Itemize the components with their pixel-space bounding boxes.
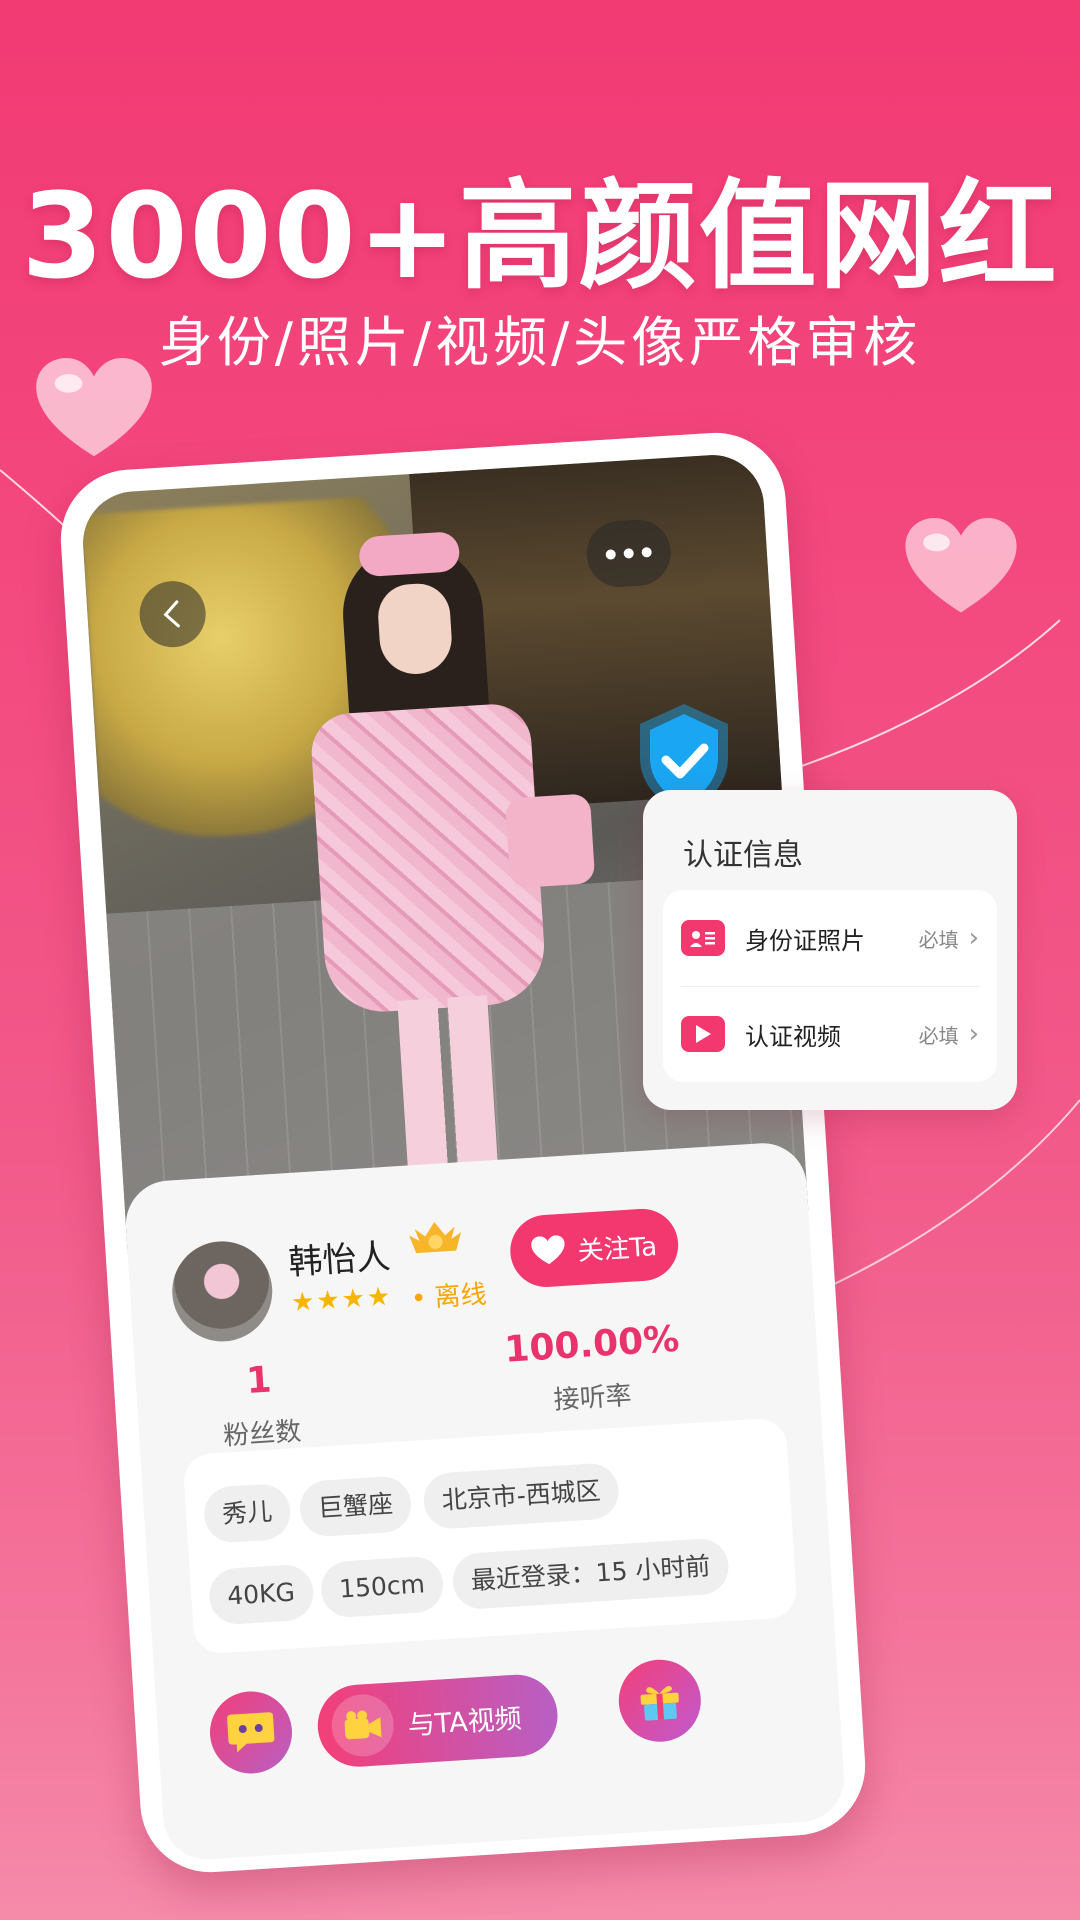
gift-button[interactable] bbox=[616, 1657, 704, 1745]
verification-list: 身份证照片 必填 › 认证视频 必填 › bbox=[663, 890, 997, 1082]
more-dot-icon bbox=[623, 548, 635, 559]
chevron-left-icon bbox=[163, 600, 180, 628]
answer-rate-stat: 100.00% 接听率 bbox=[503, 1318, 681, 1419]
more-dot-icon bbox=[641, 546, 652, 558]
verification-panel: 认证信息 身份证照片 必填 › 认证视频 必填 › bbox=[643, 790, 1017, 1110]
headline: 3000+高颜值网红 bbox=[21, 167, 1059, 305]
answer-rate-label: 接听率 bbox=[552, 1380, 633, 1416]
profile-name: 韩怡人 bbox=[287, 1236, 392, 1284]
tag: 北京市-西城区 bbox=[422, 1461, 621, 1531]
chat-bubble-icon bbox=[227, 1712, 275, 1753]
chevron-right-icon: › bbox=[968, 923, 979, 953]
verify-row-label: 身份证照片 bbox=[745, 926, 865, 955]
tag: 150cm bbox=[319, 1555, 445, 1619]
profile-info-card: 韩怡人 ★★★★ • 离线 关注Ta 1 粉丝数 100.00% 接听率 秀儿 … bbox=[123, 1140, 847, 1863]
tag: 40KG bbox=[207, 1563, 315, 1626]
answer-rate: 100.00% bbox=[503, 1318, 681, 1371]
more-dot-icon bbox=[605, 549, 617, 560]
rating-stars: ★★★★ bbox=[290, 1281, 394, 1319]
action-bar: 与TA视频 bbox=[155, 1645, 843, 1808]
follow-label: 关注Ta bbox=[576, 1231, 658, 1267]
online-status: • 离线 bbox=[410, 1279, 488, 1315]
id-card-icon bbox=[681, 920, 725, 956]
follow-button[interactable]: 关注Ta bbox=[508, 1206, 681, 1290]
tags-container: 秀儿 巨蟹座 北京市-西城区 40KG 150cm 最近登录：15 小时前 bbox=[182, 1417, 798, 1655]
play-icon bbox=[681, 1016, 725, 1052]
video-camera-icon bbox=[329, 1692, 396, 1759]
verify-row-id-photo[interactable]: 身份证照片 必填 › bbox=[663, 890, 997, 986]
gift-icon bbox=[640, 1685, 679, 1721]
subheadline: 身份/照片/视频/头像严格审核 bbox=[158, 311, 922, 374]
verify-row-video[interactable]: 认证视频 必填 › bbox=[663, 986, 997, 1082]
verify-row-label: 认证视频 bbox=[745, 1022, 841, 1051]
heart-icon bbox=[531, 1235, 565, 1265]
verification-title: 认证信息 bbox=[683, 838, 803, 873]
chat-button[interactable] bbox=[207, 1688, 295, 1776]
video-call-label: 与TA视频 bbox=[406, 1702, 523, 1742]
tag: 秀儿 bbox=[202, 1482, 292, 1544]
fans-count: 1 bbox=[245, 1359, 273, 1403]
avatar bbox=[169, 1238, 276, 1345]
tag: 巨蟹座 bbox=[298, 1475, 413, 1538]
video-call-button[interactable]: 与TA视频 bbox=[315, 1672, 560, 1770]
crown-badge-icon bbox=[409, 1221, 462, 1254]
chevron-right-icon: › bbox=[968, 1019, 979, 1049]
fans-stat: 1 粉丝数 bbox=[183, 1356, 338, 1455]
phone-mockup: 韩怡人 ★★★★ • 离线 关注Ta 1 粉丝数 100.00% 接听率 秀儿 … bbox=[56, 428, 870, 1877]
heart-decoration-right bbox=[905, 518, 1017, 613]
tag: 最近登录：15 小时前 bbox=[451, 1537, 730, 1611]
required-badge: 必填 bbox=[918, 927, 959, 952]
required-badge: 必填 bbox=[918, 1023, 959, 1048]
